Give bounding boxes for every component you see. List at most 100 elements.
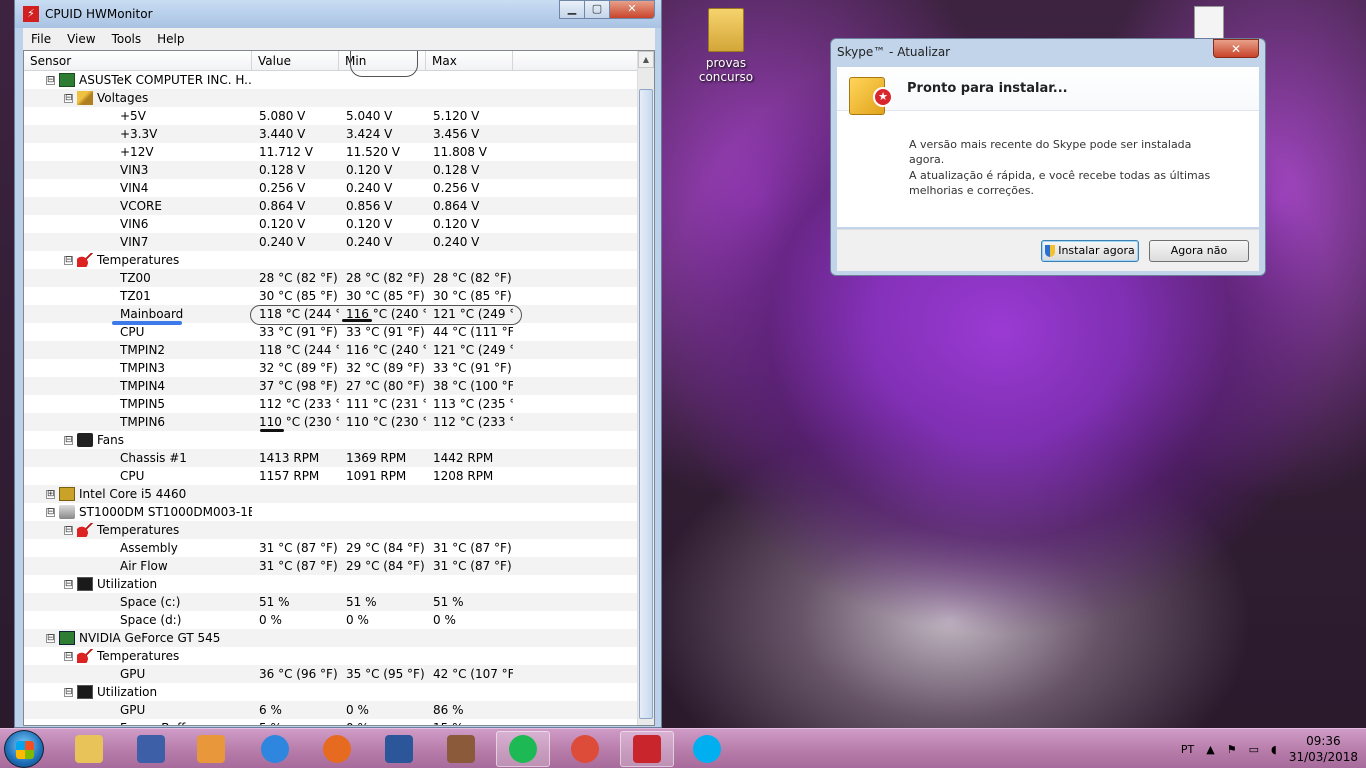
- word-icon: [385, 735, 413, 763]
- table-row[interactable]: ⊞ Intel Core i5 4460: [24, 485, 638, 503]
- taskbar-internet-explorer[interactable]: [248, 731, 302, 767]
- scrollbar-thumb[interactable]: [639, 89, 653, 719]
- table-row[interactable]: CPU 33 °C (91 °F) 33 °C (91 °F) 44 °C (111 …: [24, 323, 638, 341]
- start-button[interactable]: [4, 730, 44, 768]
- table-row[interactable]: Frame Buffer 5 %0 %15 %: [24, 719, 638, 725]
- table-row[interactable]: ⊟ Utilization: [24, 575, 638, 593]
- sensor-cell: Frame Buffer: [24, 721, 252, 725]
- collapse-icon[interactable]: ⊟: [46, 75, 55, 85]
- collapse-icon[interactable]: ⊟: [64, 579, 73, 589]
- menu-help[interactable]: Help: [149, 32, 192, 46]
- taskbar-media-321[interactable]: [124, 731, 178, 767]
- table-row[interactable]: GPU 6 % 0 % 86 %: [24, 701, 638, 719]
- taskbar-hwmonitor[interactable]: [620, 731, 674, 767]
- table-row[interactable]: +12V 11.712 V 11.520 V 11.808 V: [24, 143, 638, 161]
- desktop-document-icon[interactable]: [1194, 6, 1224, 40]
- table-row[interactable]: TMPIN2 118 °C (244 °... 116 °C (240 °... 12…: [24, 341, 638, 359]
- menu-tools[interactable]: Tools: [104, 32, 150, 46]
- tray-expand-icon[interactable]: ▲: [1206, 743, 1214, 756]
- menu-view[interactable]: View: [59, 32, 103, 46]
- table-row[interactable]: ⊟ Temperatures: [24, 251, 638, 269]
- hwmonitor-titlebar[interactable]: ⚡ CPUID HWMonitor ▁ ▢ ✕: [15, 0, 661, 28]
- clock[interactable]: 09:36 31/03/2018: [1289, 733, 1358, 765]
- sensor-max: 0.128 V: [433, 163, 480, 177]
- table-row[interactable]: TMPIN3 32 °C (89 °F) 32 °C (89 °F) 33 °C (9…: [24, 359, 638, 377]
- action-center-icon[interactable]: ⚑: [1227, 743, 1237, 756]
- minimize-button[interactable]: ▁: [559, 0, 585, 19]
- collapse-icon[interactable]: ⊟: [64, 525, 73, 535]
- menu-file[interactable]: File: [23, 32, 59, 46]
- table-row[interactable]: +5V 5.080 V 5.040 V 5.120 V: [24, 107, 638, 125]
- collapse-icon[interactable]: ⊟: [64, 687, 73, 697]
- table-row[interactable]: Air Flow 31 °C (87 °F) 29 °C (84 °F) 31 °C …: [24, 557, 638, 575]
- expand-icon[interactable]: ⊞: [46, 489, 55, 499]
- table-row[interactable]: ⊟ Voltages: [24, 89, 638, 107]
- dialog-titlebar[interactable]: Skype™ - Atualizar: [831, 39, 1265, 65]
- collapse-icon[interactable]: ⊟: [64, 651, 73, 661]
- table-row[interactable]: VCORE 0.864 V 0.856 V 0.864 V: [24, 197, 638, 215]
- table-row[interactable]: ⊟ Temperatures: [24, 647, 638, 665]
- annotation-mark-tmpin6: [260, 429, 284, 432]
- collapse-icon[interactable]: ⊟: [64, 255, 73, 265]
- sensor-label: Temperatures: [97, 253, 180, 267]
- taskbar-spotify[interactable]: [496, 731, 550, 767]
- table-row[interactable]: TMPIN6 110 °C (230 °... 110 °C (230 °... 11…: [24, 413, 638, 431]
- volume-icon[interactable]: ◖: [1271, 743, 1277, 756]
- collapse-icon[interactable]: ⊟: [64, 93, 73, 103]
- taskbar-chrome[interactable]: [558, 731, 612, 767]
- taskbar-word[interactable]: [372, 731, 426, 767]
- sensor-min: 30 °C (85 °F): [346, 289, 425, 303]
- table-row[interactable]: ⊟ Fans: [24, 431, 638, 449]
- table-row[interactable]: VIN6 0.120 V 0.120 V 0.120 V: [24, 215, 638, 233]
- table-row[interactable]: ⊟ Temperatures: [24, 521, 638, 539]
- language-indicator[interactable]: PT: [1181, 743, 1194, 756]
- table-row[interactable]: GPU 36 °C (96 °F) 35 °C (95 °F) 42 °C (107 …: [24, 665, 638, 683]
- collapse-icon[interactable]: ⊟: [64, 435, 73, 445]
- taskbar-firefox[interactable]: [310, 731, 364, 767]
- table-row[interactable]: VIN4 0.256 V 0.240 V 0.256 V: [24, 179, 638, 197]
- table-row[interactable]: Space (c:) 51 % 51 % 51 %: [24, 593, 638, 611]
- table-row[interactable]: ⊟ ASUSTeK COMPUTER INC. H...: [24, 71, 638, 89]
- collapse-icon[interactable]: ⊟: [46, 633, 55, 643]
- maximize-button[interactable]: ▢: [584, 0, 610, 19]
- close-button[interactable]: ✕: [609, 0, 655, 19]
- sensor-label: CPU: [120, 469, 145, 483]
- table-row[interactable]: ⊟ Utilization: [24, 683, 638, 701]
- vertical-scrollbar[interactable]: ▲: [637, 51, 654, 725]
- scroll-up-icon[interactable]: ▲: [638, 51, 654, 68]
- desktop-folder-icon[interactable]: provas concurso: [680, 8, 772, 84]
- taskbar-explorer[interactable]: [62, 731, 116, 767]
- table-row[interactable]: Assembly 31 °C (87 °F) 29 °C (84 °F) 31 °C …: [24, 539, 638, 557]
- column-sensor[interactable]: Sensor: [24, 51, 252, 70]
- network-icon[interactable]: ▭: [1249, 743, 1259, 756]
- sensor-max: 121 °C (249 °...: [433, 343, 513, 357]
- table-row[interactable]: TZ00 28 °C (82 °F) 28 °C (82 °F) 28 °C (82 …: [24, 269, 638, 287]
- sensor-cell: TZ01: [24, 289, 252, 303]
- column-value[interactable]: Value: [252, 51, 339, 70]
- table-row[interactable]: Chassis #1 1413 RPM 1369 RPM 1442 RPM: [24, 449, 638, 467]
- table-row[interactable]: Space (d:) 0 % 0 % 0 %: [24, 611, 638, 629]
- table-row[interactable]: VIN7 0.240 V 0.240 V 0.240 V: [24, 233, 638, 251]
- table-row[interactable]: ⊟ NVIDIA GeForce GT 545: [24, 629, 638, 647]
- sensor-label: TMPIN4: [120, 379, 166, 393]
- sensor-cell: Air Flow: [24, 559, 252, 573]
- table-row[interactable]: CPU 1157 RPM 1091 RPM 1208 RPM: [24, 467, 638, 485]
- table-row[interactable]: ⊟ ST1000DM ST1000DM003-1ER1: [24, 503, 638, 521]
- column-max[interactable]: Max: [426, 51, 513, 70]
- table-row[interactable]: TMPIN5 112 °C (233 °... 111 °C (231 °... 11…: [24, 395, 638, 413]
- table-row[interactable]: +3.3V 3.440 V 3.424 V 3.456 V: [24, 125, 638, 143]
- install-now-button[interactable]: Instalar agora: [1041, 240, 1139, 262]
- taskbar-skype[interactable]: [680, 731, 734, 767]
- table-row[interactable]: TMPIN4 37 °C (98 °F) 27 °C (80 °F) 38 °C (1…: [24, 377, 638, 395]
- not-now-button[interactable]: Agora não: [1149, 240, 1249, 262]
- taskbar-media-player[interactable]: [184, 731, 238, 767]
- table-row[interactable]: VIN3 0.128 V 0.120 V 0.128 V: [24, 161, 638, 179]
- dialog-heading: Pronto para instalar...: [907, 81, 1068, 96]
- sensor-max: 0.120 V: [433, 217, 480, 231]
- dialog-close-button[interactable]: ✕: [1213, 39, 1259, 58]
- table-row[interactable]: TZ01 30 °C (85 °F) 30 °C (85 °F) 30 °C (85 …: [24, 287, 638, 305]
- collapse-icon[interactable]: ⊟: [46, 507, 55, 517]
- desktop-folder-label: provas concurso: [698, 56, 754, 84]
- sensor-cell: ⊟ Utilization: [24, 577, 252, 591]
- taskbar-library[interactable]: [434, 731, 488, 767]
